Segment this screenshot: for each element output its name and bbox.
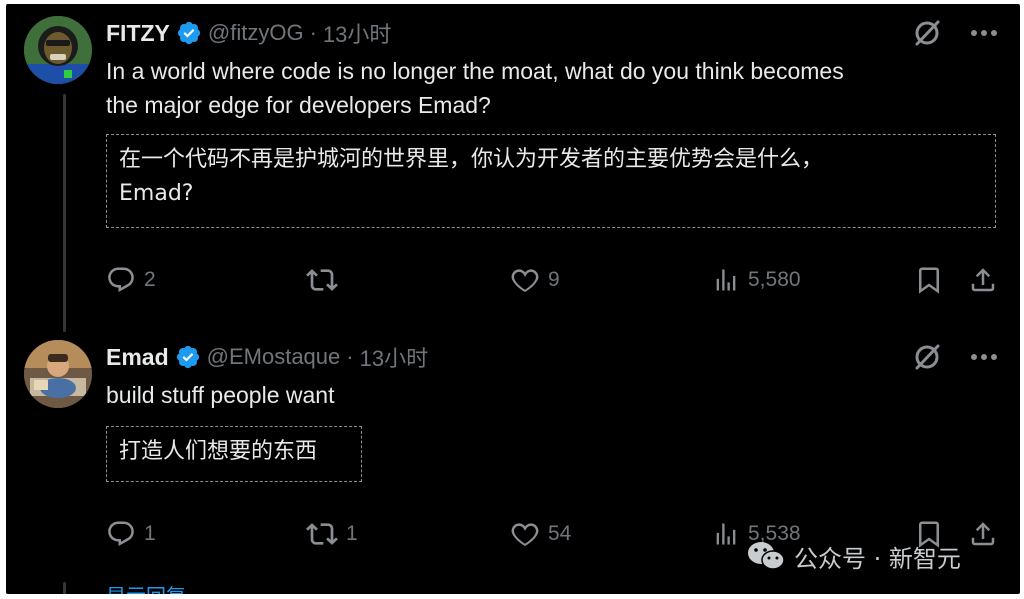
retweet-button[interactable] bbox=[306, 262, 346, 298]
like-button[interactable]: 54 bbox=[510, 516, 571, 552]
tweet-top-actions bbox=[912, 18, 998, 48]
retweet-icon bbox=[306, 523, 338, 545]
reply-icon bbox=[108, 521, 134, 546]
retweet-count: 1 bbox=[346, 522, 358, 545]
retweet-icon bbox=[306, 269, 338, 291]
grok-icon[interactable] bbox=[912, 18, 942, 48]
verified-badge-icon bbox=[176, 345, 199, 369]
translation-box: 在一个代码不再是护城河的世界里，你认为开发者的主要优势会是什么， Emad? bbox=[106, 134, 996, 228]
translation-line: Emad? bbox=[119, 181, 194, 206]
verified-badge-icon bbox=[177, 21, 200, 45]
translation-line: 在一个代码不再是护城河的世界里，你认为开发者的主要优势会是什么， bbox=[119, 147, 824, 172]
share-button[interactable] bbox=[968, 516, 998, 552]
timestamp[interactable]: 13小时 bbox=[360, 341, 428, 373]
watermark: 公众号 · 新智元 bbox=[746, 534, 961, 578]
reply-count: 1 bbox=[144, 522, 156, 545]
display-name[interactable]: FITZY bbox=[106, 20, 170, 47]
tweet-text-line: build stuff people want bbox=[106, 382, 335, 408]
more-icon[interactable] bbox=[970, 353, 998, 361]
bookmark-icon bbox=[919, 267, 939, 294]
share-icon bbox=[971, 268, 995, 292]
like-button[interactable]: 9 bbox=[510, 262, 560, 298]
views-count: 5,580 bbox=[748, 268, 801, 291]
avatar[interactable] bbox=[24, 340, 92, 408]
thread-connector-line bbox=[63, 582, 66, 594]
avatar-image bbox=[24, 340, 92, 408]
share-button[interactable] bbox=[968, 262, 998, 298]
dot-separator: · bbox=[346, 344, 354, 369]
user-handle[interactable]: @EMostaque bbox=[207, 344, 341, 370]
avatar-image bbox=[24, 16, 92, 84]
avatar[interactable] bbox=[24, 16, 92, 84]
views-button[interactable]: 5,580 bbox=[712, 262, 801, 298]
like-count: 9 bbox=[548, 268, 560, 291]
views-icon bbox=[716, 269, 736, 291]
tweet-thread: FITZY @fitzyOG · 13小时 In a world where c… bbox=[6, 4, 1020, 594]
wechat-icon bbox=[748, 542, 785, 570]
tweet-actions: 2 9 5,580 bbox=[106, 262, 1006, 298]
watermark-text: 公众号 · 新智元 bbox=[794, 544, 961, 573]
reply-button[interactable]: 1 bbox=[106, 516, 156, 552]
timestamp[interactable]: 13小时 bbox=[323, 17, 391, 49]
tweet-top-actions bbox=[912, 342, 998, 372]
views-icon bbox=[716, 523, 736, 545]
like-count: 54 bbox=[548, 522, 572, 545]
reply-count: 2 bbox=[144, 268, 156, 291]
like-icon bbox=[511, 269, 539, 293]
tweet-text-line: In a world where code is no longer the m… bbox=[106, 58, 844, 84]
reply-icon bbox=[108, 267, 134, 292]
reply-button[interactable]: 2 bbox=[106, 262, 156, 298]
user-handle[interactable]: @fitzyOG bbox=[208, 20, 304, 46]
more-icon[interactable] bbox=[970, 29, 998, 37]
translation-box: 打造人们想要的东西 bbox=[106, 426, 362, 482]
tweet-text-line: the major edge for developers Emad? bbox=[106, 92, 491, 118]
retweet-button[interactable]: 1 bbox=[306, 516, 358, 552]
tweet-text: In a world where code is no longer the m… bbox=[106, 54, 986, 122]
show-replies-link[interactable]: 显示回复 bbox=[106, 584, 186, 594]
tweet-text: build stuff people want bbox=[106, 378, 334, 412]
translation-line: 打造人们想要的东西 bbox=[119, 439, 318, 464]
tweet-header: Emad @EMostaque · 13小时 bbox=[106, 340, 428, 374]
bookmark-button[interactable] bbox=[914, 262, 944, 298]
tweet-header: FITZY @fitzyOG · 13小时 bbox=[106, 16, 391, 50]
share-icon bbox=[971, 522, 995, 546]
dot-separator: · bbox=[309, 20, 317, 45]
thread-connector-line bbox=[63, 94, 66, 332]
grok-icon[interactable] bbox=[912, 342, 942, 372]
like-icon bbox=[511, 523, 539, 547]
display-name[interactable]: Emad bbox=[106, 344, 169, 371]
